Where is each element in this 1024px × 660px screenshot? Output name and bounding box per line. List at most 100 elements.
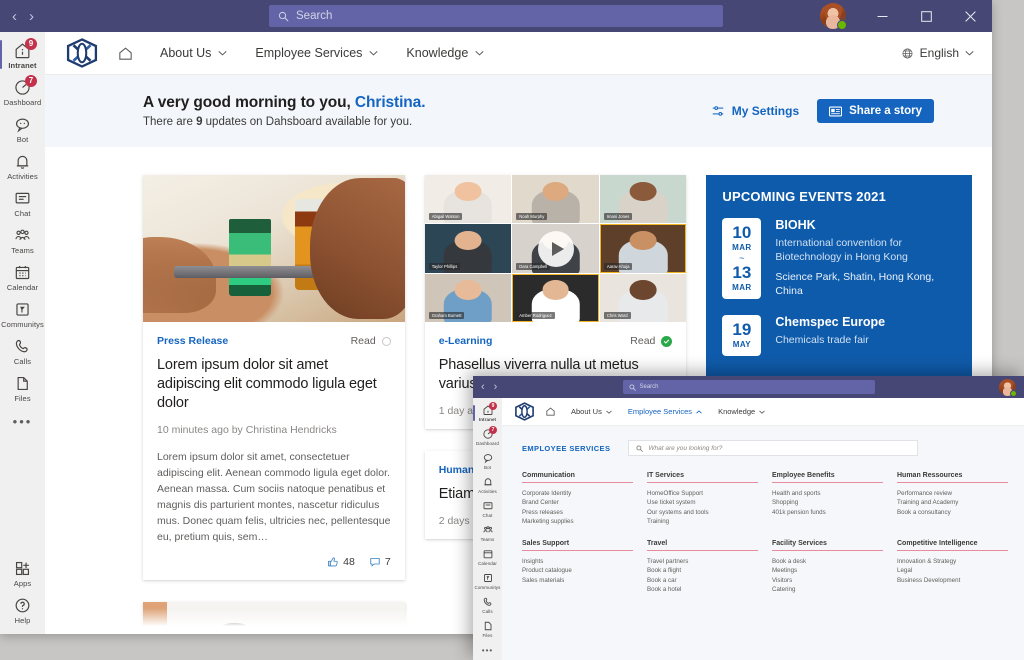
mega-menu-link[interactable]: Training (647, 517, 758, 526)
news-card-press-release[interactable]: Press Release Read Lorem ipsum dolor sit… (143, 175, 405, 580)
news-card-lab-scientist[interactable] (143, 602, 405, 634)
language-selector[interactable]: English (901, 46, 974, 60)
mega-menu-link[interactable]: 401k pension funds (772, 508, 883, 517)
sidebar-item-teams[interactable]: Teams (0, 221, 45, 258)
mega-menu-link[interactable]: Marketing supplies (522, 517, 633, 526)
mega-menu-link[interactable]: Health and sports (772, 489, 883, 498)
sidebar-item-calls[interactable]: Calls (0, 332, 45, 369)
mega-menu-link[interactable]: Book a desk (772, 557, 883, 566)
sidebar-item-intranet[interactable]: Intranet 9 (473, 401, 502, 425)
video-participant-tile[interactable]: Aarav Ahuja (599, 224, 687, 273)
sidebar-item-dashboard[interactable]: Dashboard 7 (0, 73, 45, 110)
mega-menu-link[interactable]: Meetings (772, 566, 883, 575)
nav-item-about-us[interactable]: About Us (571, 407, 612, 416)
sidebar-item-chat[interactable]: Chat (473, 497, 502, 521)
read-status[interactable]: Read (630, 335, 673, 347)
video-participant-tile[interactable]: Noah Murphy (512, 175, 599, 224)
news-category[interactable]: Press Release (157, 335, 228, 347)
mega-menu-link[interactable]: Innovation & Strategy (897, 557, 1008, 566)
comment-button[interactable]: 7 (369, 556, 391, 568)
nav-item-knowledge[interactable]: Knowledge (406, 46, 484, 60)
sidebar-more-button[interactable]: ••• (13, 406, 33, 429)
sidebar-item-calendar[interactable]: Calendar (473, 545, 502, 569)
global-search-input[interactable]: Search (269, 5, 723, 27)
sidebar-item-communitys[interactable]: Communitys (0, 295, 45, 332)
nav-item-employee-services[interactable]: Employee Services (255, 46, 379, 60)
sidebar-item-files[interactable]: Files (473, 617, 502, 641)
video-meeting-grid[interactable]: Abigail Watson Noah Murphy Imani Jones Tayl… (424, 175, 687, 322)
sidebar-item-files[interactable]: Files (0, 369, 45, 406)
like-button[interactable]: 48 (327, 556, 355, 568)
mega-menu-link[interactable]: Use ticket system (647, 498, 758, 507)
sidebar-item-dashboard[interactable]: Dashboard 7 (473, 425, 502, 449)
close-button[interactable] (948, 0, 992, 32)
mega-menu-link[interactable]: HomeOffice Support (647, 489, 758, 498)
share-a-story-button[interactable]: Share a story (817, 99, 934, 123)
sidebar-item-help[interactable]: Help (0, 591, 45, 628)
sidebar-item-label: Teams (480, 537, 495, 542)
mega-menu-link[interactable]: Travel partners (647, 557, 758, 566)
mega-menu-link[interactable]: Shopping (772, 498, 883, 507)
sidebar-item-bot[interactable]: Bot (0, 110, 45, 147)
news-title[interactable]: Lorem ipsum dolor sit amet adipiscing el… (157, 356, 391, 413)
back-arrow-icon[interactable]: ‹ (481, 381, 485, 393)
sidebar-more-button[interactable]: ••• (482, 641, 493, 655)
my-settings-button[interactable]: My Settings (711, 104, 799, 118)
read-status[interactable]: Read (351, 335, 391, 347)
nav-item-about-us[interactable]: About Us (160, 46, 228, 60)
mega-menu-link[interactable]: Insights (522, 557, 633, 566)
front-global-search-input[interactable]: Search (622, 380, 875, 394)
back-arrow-icon[interactable]: ‹ (12, 9, 17, 24)
mega-menu-link[interactable]: Brand Center (522, 498, 633, 507)
home-icon[interactable] (117, 45, 134, 62)
mega-menu-link[interactable]: Press releases (522, 508, 633, 517)
participant-head-shape (542, 181, 569, 202)
sidebar-item-activities[interactable]: Activities (473, 473, 502, 497)
video-participant-tile[interactable]: Amber Rodriguez (512, 273, 599, 322)
event-item[interactable]: 10 MAR ~ 13 MAR BIOHK International conv… (722, 218, 956, 299)
maximize-button[interactable] (904, 0, 948, 32)
video-participant-tile[interactable]: Abigail Watson (424, 175, 512, 224)
video-participant-tile[interactable]: Chris Ward (599, 273, 687, 322)
teams-window-front[interactable]: ‹ › Search Intranet 9 Dashboard 7 Bot Ac… (473, 376, 1024, 660)
mega-menu-link[interactable]: Legal (897, 566, 1008, 575)
sidebar-item-intranet[interactable]: Intranet 9 (0, 36, 45, 73)
sidebar-item-teams[interactable]: Teams (473, 521, 502, 545)
mega-menu-link[interactable]: Performance review (897, 489, 1008, 498)
video-participant-tile[interactable]: Graham Burnett (424, 273, 512, 322)
avatar[interactable] (999, 378, 1017, 397)
event-item[interactable]: 19 MAY Chemspec Europe Chemicals trade f… (722, 315, 956, 356)
mega-menu-link[interactable]: Business Development (897, 576, 1008, 585)
sidebar-item-calendar[interactable]: Calendar (0, 258, 45, 295)
video-participant-tile[interactable]: Taylor Phillips (424, 224, 512, 273)
home-icon[interactable] (545, 406, 556, 417)
mega-menu-link[interactable]: Our systems and tools (647, 508, 758, 517)
mega-menu-search-input[interactable]: What are you looking for? (628, 440, 919, 456)
sidebar-item-apps[interactable]: Apps (0, 554, 45, 591)
mega-menu-link[interactable]: Book a flight (647, 566, 758, 575)
mega-menu-link[interactable]: Catering (772, 585, 883, 594)
sidebar-item-chat[interactable]: Chat (0, 184, 45, 221)
nav-item-knowledge[interactable]: Knowledge (718, 407, 765, 416)
sidebar-item-calls[interactable]: Calls (473, 593, 502, 617)
news-category[interactable]: e-Learning (439, 335, 493, 347)
mega-menu-link[interactable]: Training and Academy (897, 498, 1008, 507)
mega-menu-link[interactable]: Sales materials (522, 576, 633, 585)
sidebar-item-activities[interactable]: Activities (0, 147, 45, 184)
video-participant-tile[interactable]: Imani Jones (599, 175, 687, 224)
mega-menu-link[interactable]: Product catalogue (522, 566, 633, 575)
avatar[interactable] (820, 3, 847, 30)
mega-menu-link[interactable]: Book a car (647, 576, 758, 585)
play-button[interactable] (537, 230, 574, 267)
read-toggle-unread-icon[interactable] (381, 336, 391, 346)
mega-menu-link[interactable]: Book a hotel (647, 585, 758, 594)
forward-arrow-icon[interactable]: › (29, 9, 34, 24)
mega-menu-link[interactable]: Corporate Identity (522, 489, 633, 498)
minimize-button[interactable] (860, 0, 904, 32)
sidebar-item-bot[interactable]: Bot (473, 449, 502, 473)
sidebar-item-communitys[interactable]: Communitys (473, 569, 502, 593)
forward-arrow-icon[interactable]: › (494, 381, 498, 393)
mega-menu-link[interactable]: Visitors (772, 576, 883, 585)
nav-item-employee-services[interactable]: Employee Services (628, 407, 702, 416)
mega-menu-link[interactable]: Book a consultancy (897, 508, 1008, 517)
